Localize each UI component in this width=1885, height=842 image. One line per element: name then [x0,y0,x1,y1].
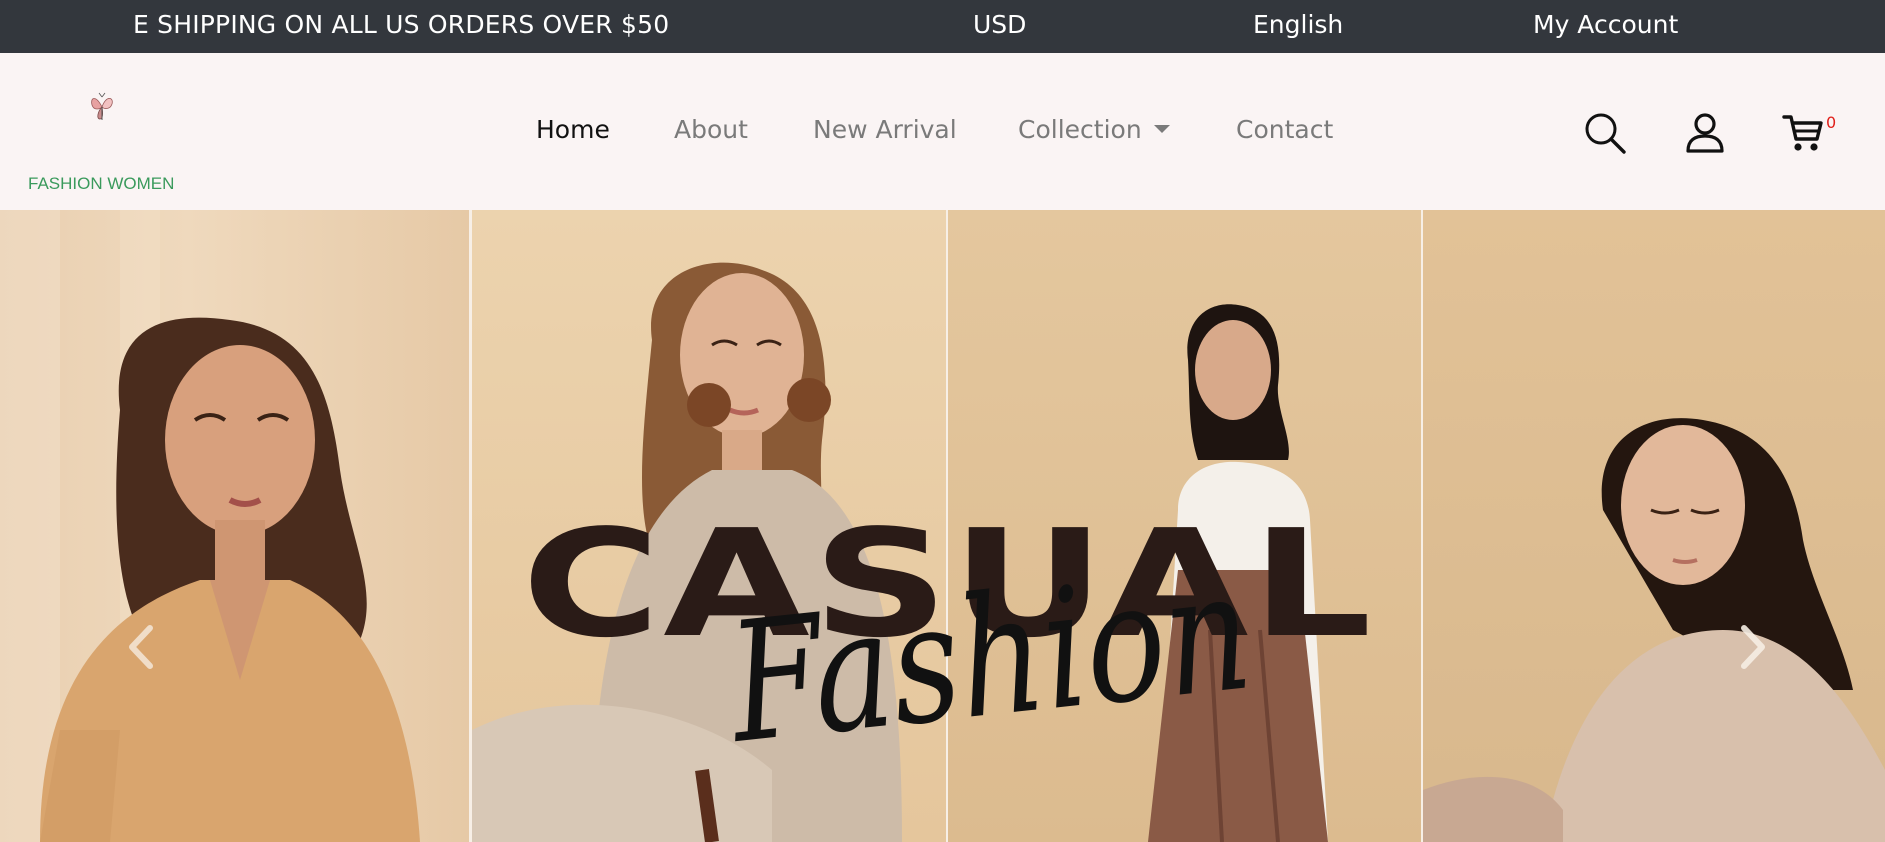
cart-icon[interactable] [1781,111,1825,155]
chevron-left-icon[interactable] [122,622,162,672]
currency-selector[interactable]: USD [973,10,1026,39]
hero-script-text: Fashion [721,534,1260,781]
language-selector[interactable]: English [1253,10,1343,39]
butterfly-icon [86,91,118,123]
search-icon[interactable] [1583,111,1627,155]
nav-item-collection[interactable]: Collection [1018,115,1170,144]
hero-photo-1 [0,210,469,842]
nav-item-home[interactable]: Home [536,115,610,144]
nav-item-new-arrival[interactable]: New Arrival [813,115,957,144]
announcement-bar: E SHIPPING ON ALL US ORDERS OVER $50 USD… [0,0,1885,53]
site-header: FASHION WOMEN Home About New Arrival Col… [0,53,1885,210]
my-account-link[interactable]: My Account [1533,10,1678,39]
hero-carousel: CASUAL Fashion [0,210,1885,842]
caret-down-icon [1153,125,1170,133]
cart-count-badge: 0 [1826,113,1837,132]
user-icon[interactable] [1683,111,1727,155]
nav-item-contact[interactable]: Contact [1236,115,1333,144]
hero-photo-4 [1423,210,1885,842]
nav-item-collection-label: Collection [1018,115,1142,144]
nav-item-about[interactable]: About [674,115,748,144]
chevron-right-icon[interactable] [1732,622,1772,672]
shipping-announcement: E SHIPPING ON ALL US ORDERS OVER $50 [133,10,670,39]
brand-name: FASHION WOMEN [28,174,175,193]
brand-logo[interactable]: FASHION WOMEN [28,91,188,193]
